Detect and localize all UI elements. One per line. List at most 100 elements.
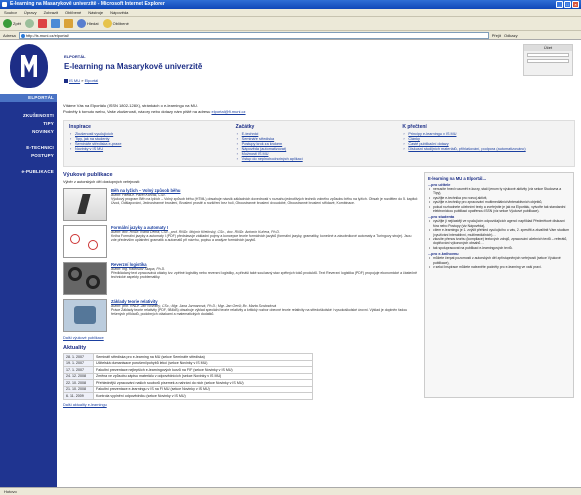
all-publications-link[interactable]: Další výukové publikace	[63, 336, 104, 340]
stop-button[interactable]	[38, 19, 48, 28]
menu-bar: Soubor Úpravy Zobrazit Oblíbené Nástroje…	[0, 9, 581, 17]
links-button[interactable]: Odkazy	[504, 33, 518, 38]
publication-desc: Práce Základy teorie relativity (PDF, 98…	[111, 308, 408, 317]
search-icon	[77, 19, 87, 28]
login-title: Účet	[524, 45, 572, 51]
sidebar-item-novinky[interactable]: NOVINKY	[0, 128, 57, 136]
tires-image[interactable]	[63, 262, 107, 295]
forward-arrow-icon	[25, 19, 35, 28]
menu-help[interactable]: Nápověda	[110, 10, 128, 15]
breadcrumb: IS MU » Elportál	[64, 78, 98, 83]
refresh-icon	[51, 19, 61, 28]
sidebar-item-elportal[interactable]: ELPORTÁL	[0, 94, 57, 102]
home-icon	[64, 78, 68, 83]
menu-view[interactable]: Zobrazit	[44, 10, 58, 15]
section-title: Výukové publikace	[63, 172, 113, 178]
info-sidebox: E-learning na MU a Elportál... ...pro uč…	[424, 172, 574, 398]
address-label: Adresa	[3, 32, 16, 38]
go-button[interactable]: Přejít	[492, 33, 501, 38]
maximize-button[interactable]: □	[564, 1, 571, 8]
star-icon	[102, 19, 112, 28]
sidebox-title: E-learning na MU a Elportál...	[428, 176, 486, 181]
list-item: pokud rozhodnete učebními texty a zveřej…	[428, 205, 570, 214]
sidebar-item-tipy[interactable]: TIPY	[0, 120, 57, 128]
link-item[interactable]: Diskusní studijních materiálů, přihlašov…	[402, 147, 569, 152]
back-button[interactable]: Zpět	[3, 19, 21, 28]
list-item: můžete čerpat pozornosti z autorských dě…	[428, 256, 570, 265]
sidebar-item-epublikace[interactable]: e-PUBLIKACE	[0, 168, 57, 176]
relativity-image[interactable]	[63, 299, 107, 332]
address-input[interactable]: http://is.muni.cz/elportal/	[18, 31, 489, 39]
window-titlebar: E-learning na Masarykově univerzitě - Mi…	[0, 0, 581, 9]
header-kicker: ELPORTÁL	[64, 54, 86, 59]
section-subtitle: Výběr z autorských děl dostupných veřejn…	[63, 180, 141, 184]
menu-favorites[interactable]: Oblíbené	[65, 10, 81, 15]
publication-desc: Kniha Formální jazyky a automaty I (PDF)…	[111, 234, 412, 243]
sidebar: ELPORTÁL ZKUŠENOSTI TIPY NOVINKY E-TECHN…	[0, 94, 57, 495]
sidebar-item-zkusenosti[interactable]: ZKUŠENOSTI	[0, 112, 57, 120]
all-news-link[interactable]: Další aktuality e-learningu	[63, 403, 107, 407]
publication-desc: Výukový program Běh na lyžích – Volný zp…	[111, 197, 418, 206]
intro-line2: Podněty k tomuto webu, Vaše zkušenosti, …	[63, 108, 246, 114]
link-item[interactable]: Novinky v IS MU	[69, 147, 236, 152]
list-item: v sekci Inspirace můžete nalezněte podně…	[428, 265, 570, 270]
login-box: Účet	[523, 44, 573, 76]
university-logo[interactable]	[10, 44, 48, 88]
news-section: Aktuality 28. 1. 2007 Semináři střediska …	[63, 345, 418, 407]
list-item: nenusíte hned rozumět e-kurzy, stačí jen…	[428, 187, 570, 196]
publication-item: Běh na lyžích – Volný způsob běhu Autoři…	[63, 188, 418, 221]
list-item: zkusíte přenos tvorbu (kompilace) textov…	[428, 237, 570, 246]
back-arrow-icon	[3, 19, 12, 28]
stop-icon	[38, 19, 48, 28]
intro-text: Vítáme Vás na Elportálu (ISSN 1802-128X)…	[63, 103, 575, 114]
window-title: E-learning na Masarykově univerzitě - Mi…	[10, 1, 165, 7]
mu-letter-icon	[21, 55, 37, 77]
login-field[interactable]	[527, 53, 569, 57]
news-table: 28. 1. 2007 Semináři střediska pro e-lear…	[63, 353, 313, 400]
list-item: tak spolupracovat na publikaci e-learnin…	[428, 246, 570, 251]
home-icon	[64, 19, 74, 28]
home-button[interactable]	[64, 19, 74, 28]
sidebar-item-postupy[interactable]: POSTUPY	[0, 152, 57, 160]
status-text: Hotovo	[4, 489, 17, 494]
breadcrumb-ismu[interactable]: IS MU	[69, 78, 80, 83]
automata-diagram-image[interactable]	[63, 225, 107, 258]
menu-edit[interactable]: Úpravy	[24, 10, 37, 15]
menu-file[interactable]: Soubor	[4, 10, 17, 15]
search-button[interactable]: Hledat	[77, 19, 99, 28]
column-title: Inspirace	[69, 124, 91, 130]
forward-button[interactable]	[25, 19, 35, 28]
link-item[interactable]: Vstup do neplnohodnotných aplikací	[236, 157, 403, 162]
favorites-button[interactable]: Oblíbené	[102, 19, 129, 28]
table-row: 6. 11. 2009 Kontrola vyplnění odpovědníku…	[63, 392, 313, 400]
publications-section: Výukové publikace Výběr z autorských děl…	[63, 172, 418, 412]
status-bar: Hotovo	[0, 487, 581, 495]
publication-item: Formální jazyky a automaty I Autoři: doc…	[63, 225, 418, 258]
page-viewport: ELPORTÁL E-learning na Masarykově univer…	[0, 40, 581, 495]
main-columns: Výukové publikace Výběr z autorských děl…	[63, 172, 575, 412]
breadcrumb-elportal[interactable]: Elportál	[85, 78, 99, 83]
minimize-button[interactable]: _	[556, 1, 563, 8]
column-k-precteni: K přečtení Principy e-learningu v IS MU …	[402, 124, 569, 163]
column-title: K přečtení	[402, 124, 427, 130]
contact-email-link[interactable]: elportal@fi.muni.cz	[211, 109, 245, 114]
skier-image[interactable]	[63, 188, 107, 221]
publication-item: Reverzní logistika Autoři: Ing. Radoslav…	[63, 262, 418, 295]
refresh-button[interactable]	[51, 19, 61, 28]
ie-icon	[2, 2, 7, 7]
address-bar: Adresa http://is.muni.cz/elportal/ Přejí…	[0, 31, 581, 40]
quick-links-box: Inspirace Zkušenosti vyučujících Tipy, j…	[63, 120, 575, 167]
section-title: Aktuality	[63, 345, 87, 351]
column-title: Začátky	[235, 124, 255, 130]
list-item: cílem e-learningu je 1. zvýšit přehled v…	[428, 228, 570, 237]
close-button[interactable]: ×	[572, 1, 579, 8]
column-zacatky: Začátky E-technici Semináře střediska Po…	[236, 124, 403, 163]
column-inspirace: Inspirace Zkušenosti vyučujících Tipy, j…	[69, 124, 236, 163]
sidebar-item-etechnici[interactable]: E-TECHNICI	[0, 144, 57, 152]
page-title: E-learning na Masarykově univerzitě	[64, 62, 203, 71]
password-field[interactable]	[527, 59, 569, 63]
menu-tools[interactable]: Nástroje	[88, 10, 103, 15]
list-item: využijte ji nejčastěji ve vyučujícím odp…	[428, 219, 570, 228]
site-header: ELPORTÁL E-learning na Masarykově univer…	[0, 40, 581, 94]
publication-item: Základy teorie relativity Autoři: prof. …	[63, 299, 418, 332]
